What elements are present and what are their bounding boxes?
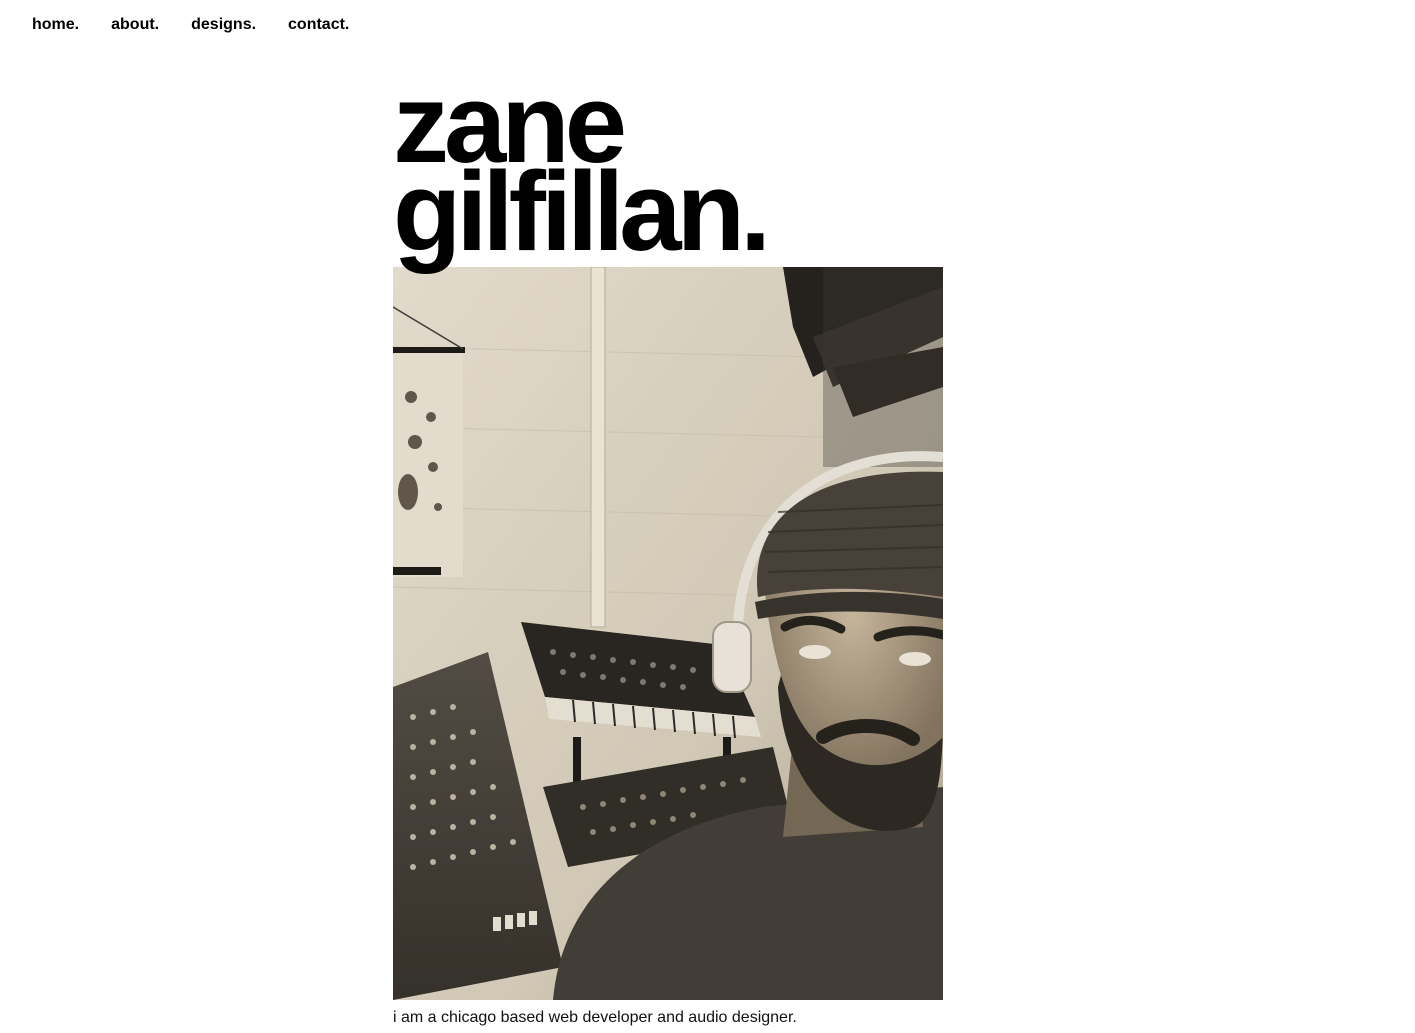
hero-photo: [393, 267, 943, 1000]
nav-link-about[interactable]: about.: [111, 15, 159, 35]
nav-link-home[interactable]: home.: [32, 15, 79, 35]
nav-link-contact[interactable]: contact.: [288, 15, 349, 35]
nav-link-designs[interactable]: designs.: [191, 15, 256, 35]
main-nav: home. about. designs. contact.: [32, 15, 381, 35]
bio-text: i am a chicago based web developer and a…: [393, 1009, 797, 1026]
title-last-name: gilfillan.: [393, 149, 771, 274]
page-title: zane gilfillan.: [393, 68, 771, 274]
